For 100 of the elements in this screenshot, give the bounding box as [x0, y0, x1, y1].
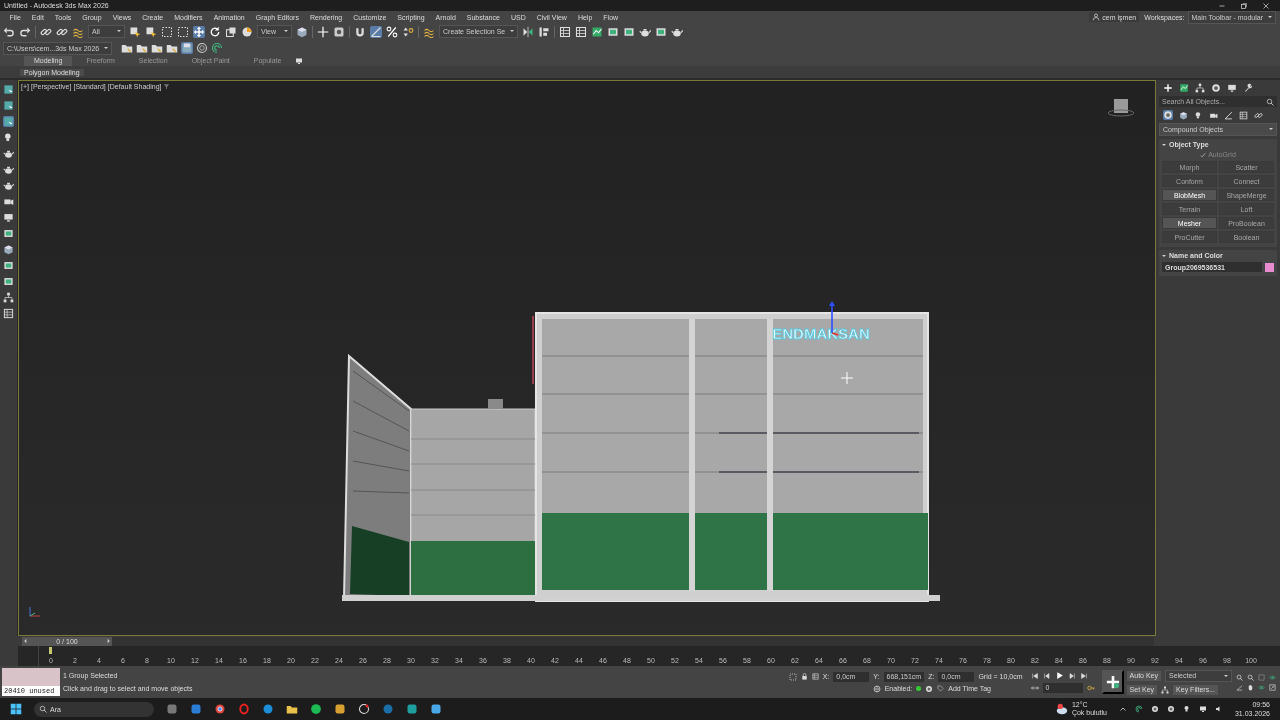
table-icon[interactable]: [575, 25, 588, 38]
folder-icon[interactable]: [151, 42, 164, 54]
move-icon[interactable]: [193, 25, 205, 38]
pivot-icon[interactable]: [317, 25, 329, 38]
motion-icon[interactable]: [1211, 83, 1221, 93]
tray-icon[interactable]: [1150, 705, 1159, 713]
lock-icon[interactable]: [800, 673, 808, 680]
user-icon[interactable]: [1092, 13, 1101, 21]
hierarchy-icon[interactable]: [3, 292, 14, 303]
render-window-icon[interactable]: [623, 25, 636, 38]
next-key-icon[interactable]: [1067, 671, 1076, 680]
toggle-icon[interactable]: [925, 684, 934, 693]
app-icon[interactable]: [334, 703, 346, 715]
key-icon[interactable]: [1086, 684, 1095, 692]
ring-icon[interactable]: [196, 42, 209, 54]
display-icon[interactable]: [1227, 83, 1237, 93]
viewcube-icon[interactable]: [1108, 97, 1134, 117]
filter-icon[interactable]: [163, 83, 171, 90]
task-view-icon[interactable]: [166, 703, 178, 715]
camera-icon[interactable]: [3, 196, 14, 207]
autogrid-checkbox[interactable]: [1200, 151, 1207, 158]
render-frame-icon[interactable]: [3, 260, 14, 271]
folder-icon[interactable]: [286, 703, 298, 715]
select-icon[interactable]: [129, 25, 141, 38]
panel-icon[interactable]: [3, 116, 14, 127]
geometry-sphere-icon[interactable]: [1163, 110, 1173, 120]
swirl-icon[interactable]: [211, 42, 224, 54]
speaker-icon[interactable]: [1214, 705, 1223, 713]
lightbulb-icon[interactable]: [1194, 110, 1203, 120]
time-marker[interactable]: [49, 647, 52, 654]
square-icon[interactable]: [333, 25, 345, 38]
undo-icon[interactable]: [3, 25, 15, 38]
utilities-wrench-icon[interactable]: [1243, 83, 1253, 93]
panel-icon[interactable]: [3, 84, 14, 95]
snap-icon[interactable]: [354, 25, 366, 38]
render-frame-icon[interactable]: [607, 25, 620, 38]
region-select-icon[interactable]: [177, 25, 189, 38]
windows-start-icon[interactable]: [10, 703, 22, 715]
systems-icon[interactable]: [1254, 110, 1263, 120]
pan-hand-icon[interactable]: [1247, 683, 1254, 691]
create-plus-icon[interactable]: [1163, 83, 1173, 93]
monitor-icon[interactable]: [3, 212, 14, 223]
go-to-end-icon[interactable]: [1079, 671, 1088, 680]
close-icon[interactable]: [1262, 1, 1270, 10]
cube-icon[interactable]: [296, 25, 308, 38]
table-icon[interactable]: [3, 308, 14, 319]
time-config-icon[interactable]: [1030, 684, 1039, 692]
hierarchy-icon[interactable]: [1195, 83, 1205, 93]
teapot-icon[interactable]: [3, 180, 14, 191]
teapot-icon[interactable]: [3, 148, 14, 159]
3d-app-icon[interactable]: [406, 703, 418, 715]
select-icon[interactable]: [145, 25, 157, 38]
field-of-view-icon[interactable]: [1236, 683, 1243, 691]
table-icon[interactable]: [559, 25, 572, 38]
browser-icon[interactable]: [262, 703, 274, 715]
color-swatch[interactable]: [1265, 262, 1274, 272]
mail-app-icon[interactable]: [190, 703, 202, 715]
play-icon[interactable]: [1054, 671, 1064, 680]
render-setup-icon[interactable]: [655, 25, 668, 38]
zoom-all-icon[interactable]: [1247, 673, 1254, 681]
mirror-icon[interactable]: [522, 25, 535, 38]
render-frame-icon[interactable]: [3, 276, 14, 287]
render-frame-icon[interactable]: [3, 228, 14, 239]
lightbulb-icon[interactable]: [3, 132, 14, 143]
region-select-icon[interactable]: [161, 25, 173, 38]
redo-icon[interactable]: [19, 25, 31, 38]
scale-icon[interactable]: [225, 25, 237, 38]
music-app-icon[interactable]: [310, 703, 322, 715]
browser-icon[interactable]: [214, 703, 226, 715]
folder-icon[interactable]: [121, 42, 134, 54]
shapes-icon[interactable]: [1179, 110, 1188, 120]
globe-icon[interactable]: [872, 684, 881, 693]
align-icon[interactable]: [538, 25, 551, 38]
zoom-icon[interactable]: [1236, 673, 1243, 681]
photos-app-icon[interactable]: [430, 703, 442, 715]
previous-key-icon[interactable]: [1042, 671, 1051, 680]
folder-icon[interactable]: [136, 42, 149, 54]
cube-icon[interactable]: [3, 244, 14, 255]
graph-icon[interactable]: [591, 25, 604, 38]
set-key-button[interactable]: [1101, 670, 1124, 694]
rotate-icon[interactable]: [209, 25, 221, 38]
network-icon[interactable]: [1198, 705, 1207, 713]
maximize-icon[interactable]: [1269, 683, 1276, 691]
axis-tripod-icon: [27, 605, 41, 619]
chevron-up-icon[interactable]: [1118, 705, 1127, 713]
list-icon[interactable]: [1239, 110, 1248, 120]
angle-snap-icon[interactable]: [370, 25, 382, 38]
ribbon-options-icon[interactable]: [295, 57, 304, 65]
go-to-start-icon[interactable]: [1030, 671, 1039, 680]
teapot-icon[interactable]: [3, 164, 14, 175]
save-icon[interactable]: [181, 42, 194, 54]
folder-icon[interactable]: [166, 42, 179, 54]
modify-icon[interactable]: [1179, 83, 1189, 93]
spinner-snap-icon[interactable]: [402, 25, 414, 38]
restore-icon[interactable]: [1240, 1, 1248, 10]
helper-icon[interactable]: [1224, 110, 1233, 120]
panel-icon[interactable]: [3, 100, 14, 111]
percent-snap-icon[interactable]: [386, 25, 398, 38]
sphere-icon[interactable]: [241, 25, 253, 38]
app-icon[interactable]: [358, 703, 370, 715]
